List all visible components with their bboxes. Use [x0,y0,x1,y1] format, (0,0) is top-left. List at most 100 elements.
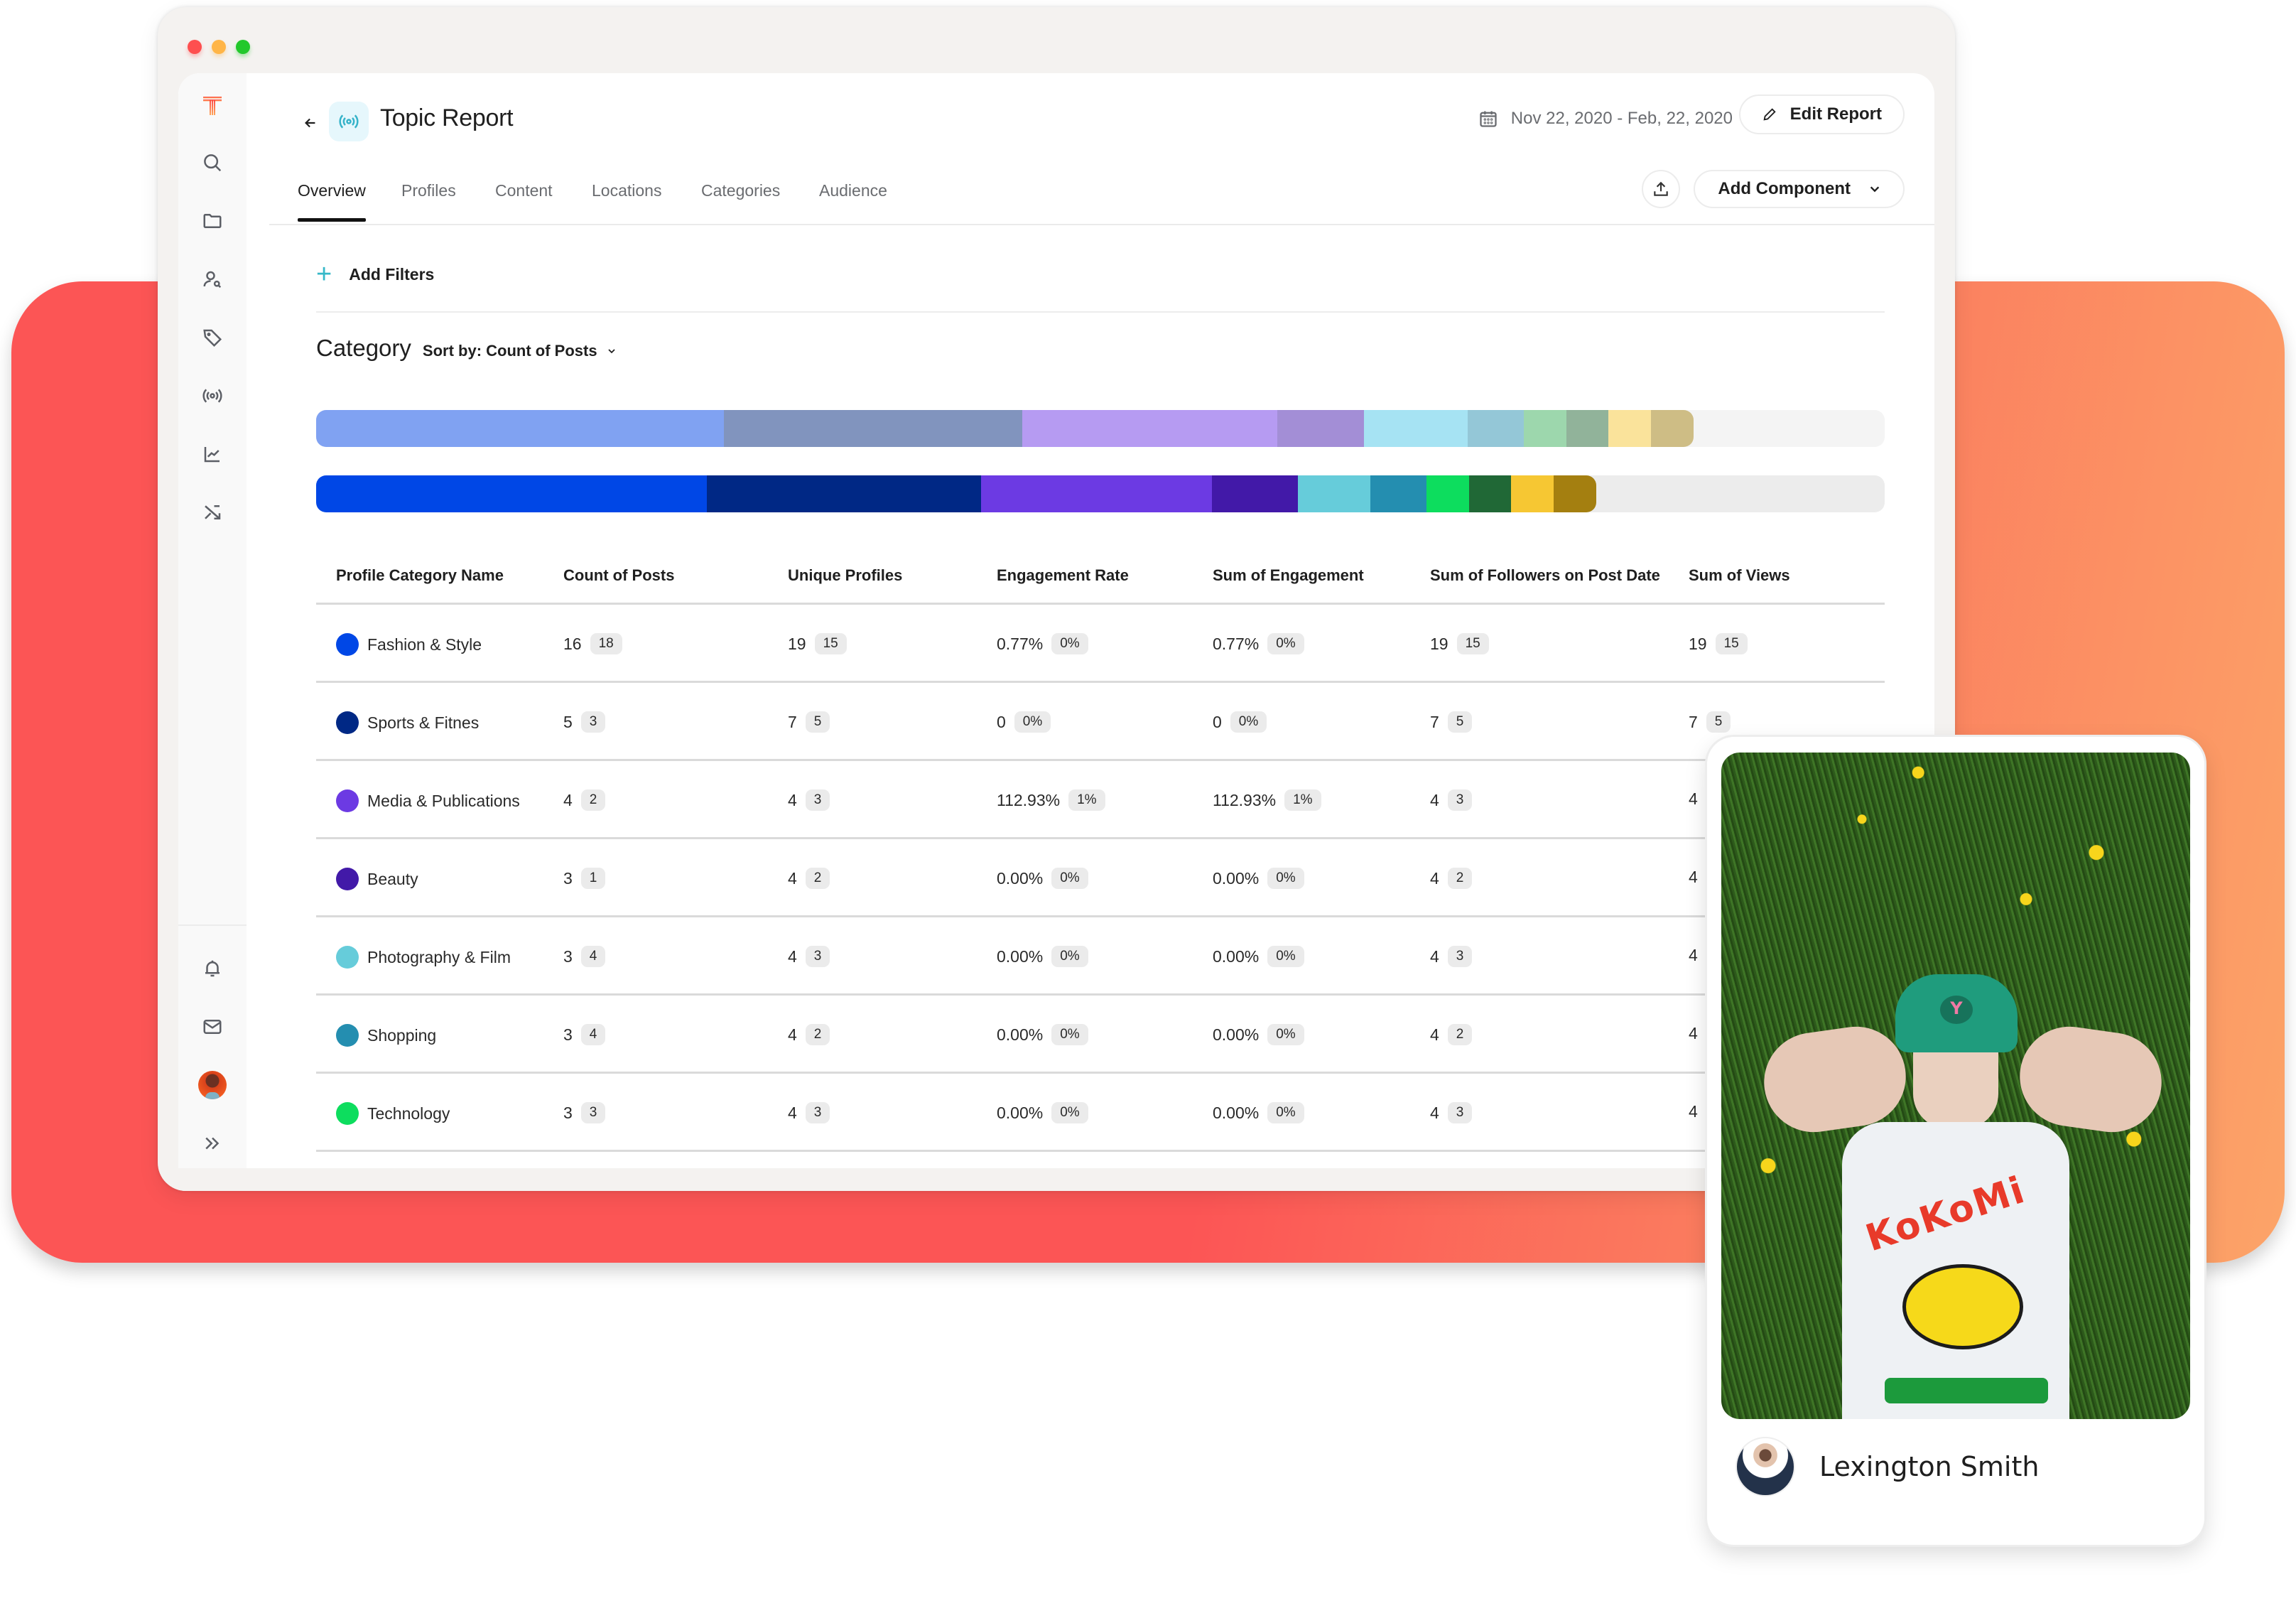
metric-value: 3 [563,868,573,888]
table-row[interactable]: Media & Publications 4 2 4 3 112.93% 1% 112.93%… [316,761,1885,839]
bar-segment-media-publications[interactable] [981,475,1212,512]
profile-card[interactable]: KoKoMi Lexington Smith [1707,737,2204,1545]
comparison-badge: 0% [1014,711,1051,733]
bar-segment-tattoos-piercings[interactable] [1468,475,1512,512]
table-row[interactable]: Sports & Fitnes 5 3 7 5 0 0% 0 0% 7 5 7 5 [316,683,1885,761]
column-header[interactable]: Sum of Views [1689,566,1790,585]
sidebar-item-notifications[interactable] [178,947,247,990]
sidebar-expand-button[interactable] [178,1122,247,1165]
comparison-badge: 3 [580,1102,606,1123]
column-header[interactable]: Profile Category Name [336,566,504,585]
sidebar-item-profiles[interactable] [178,258,247,301]
sidebar-item-compare[interactable] [178,491,247,534]
date-range-picker[interactable]: Nov 22, 2020 - Feb, 22, 2020 [1478,109,1733,129]
chevron-down-icon [1870,186,1880,193]
sidebar-item-folders[interactable] [178,200,247,242]
tab-overview[interactable]: Overview [298,181,366,222]
metric-value: 0.00% [1213,1103,1260,1122]
category-table: Profile Category Name Count of Posts Uni… [316,542,1885,1178]
comparison-badge: 3 [1447,946,1473,967]
tab-locations[interactable]: Locations [592,181,661,222]
tab-categories[interactable]: Categories [701,181,780,222]
comparison-badge: 3 [805,1102,830,1123]
add-filters-button[interactable]: + Add Filters [316,261,434,288]
bar-segment-technology[interactable] [1524,410,1566,447]
app-logo[interactable] [178,85,247,127]
table-row[interactable]: Technology 3 3 4 3 0.00% 0% 0.00% 0% 4 3 4 [316,1074,1885,1152]
column-header[interactable]: Count of Posts [563,566,674,585]
sidebar-item-messages[interactable] [178,1005,247,1048]
window-controls [188,40,250,54]
tab-audience[interactable]: Audience [819,181,887,222]
back-button[interactable] [298,110,323,136]
metric-value: 19 [1689,634,1707,653]
tab-profiles[interactable]: Profiles [401,181,456,222]
sort-dropdown[interactable]: Sort by: Count of Posts [423,342,616,360]
metric-cell: 112.93% 1% [1213,789,1321,811]
sidebar-divider [178,924,247,926]
table-row[interactable]: Shopping 3 4 4 2 0.00% 0% 0.00% 0% 4 2 4 [316,996,1885,1074]
bar-segment-sports-fitnes[interactable] [724,410,1022,447]
pencil-icon [1763,108,1776,121]
comparison-badge: 4 [580,946,606,967]
bar-segment-fashion-style[interactable] [316,475,707,512]
metric-cell: 75 [788,711,830,733]
metric-cell: 42 [788,1024,830,1045]
table-row[interactable]: Fashion & Style 16 18 19 15 0.77% 0% 0.77% 0% 19 1… [316,605,1885,683]
add-component-button[interactable]: Add Component [1694,170,1905,208]
sidebar-item-search[interactable] [178,141,247,184]
column-header[interactable]: Sum of Engagement [1213,566,1364,585]
category-title: Category [316,335,411,361]
category-name: Media & Publications [367,791,520,810]
bar-segment-shopping[interactable] [1467,410,1525,447]
comparison-badge: 15 [1715,633,1748,654]
column-header[interactable]: Unique Profiles [788,566,902,585]
bar-segment-shopping[interactable] [1370,475,1427,512]
column-header[interactable]: Engagement Rate [997,566,1129,585]
bar-segment-category-10[interactable] [1650,410,1694,447]
bar-segment-photography-film[interactable] [1363,410,1468,447]
metric-cell: 19 15 [1689,633,1748,654]
comparison-badge: 0% [1051,1102,1088,1123]
tab-label: Overview [298,181,366,200]
category-name-cell: Sports & Fitnes [336,711,479,734]
bar-segment-category-9[interactable] [1511,475,1554,512]
comparison-badge: 2 [1447,1024,1473,1045]
bar-segment-sports-fitnes[interactable] [706,475,982,512]
metric-value: 0.00% [997,1025,1044,1044]
table-row[interactable]: Photography & Film 3 4 4 3 0.00% 0% 0.00% 0% 4 3 4 [316,917,1885,996]
close-window-button[interactable] [188,40,202,54]
bar-segment-beauty[interactable] [1277,410,1364,447]
tab-content[interactable]: Content [495,181,553,222]
sidebar-item-topics[interactable] [178,374,247,417]
metric-cell: 19 15 [788,633,847,654]
table-row[interactable]: Beauty 3 1 4 2 0.00% 0% 0.00% 0% 4 2 4 [316,839,1885,917]
bar-segment-photography-film[interactable] [1298,475,1370,512]
category-header: Category Sort by: Count of Posts [316,335,616,362]
category-name-cell: Photography & Film [336,946,511,969]
bar-segment-category-10[interactable] [1554,475,1596,512]
sidebar-item-account[interactable] [178,1064,247,1106]
comparison-badge: 3 [1447,1102,1473,1123]
bar-segment-beauty[interactable] [1211,475,1299,512]
comparison-badge: 0% [1267,868,1304,889]
export-button[interactable] [1642,170,1680,208]
bar-segment-media-publications[interactable] [1022,410,1278,447]
bar-segment-fashion-style[interactable] [316,410,725,447]
metric-value: 0.00% [1213,1025,1260,1044]
edit-report-button[interactable]: Edit Report [1738,95,1905,134]
profile-footer: Lexington Smith [1735,1437,2039,1497]
metric-cell: 42 [1430,1024,1473,1045]
metric-cell: 0.00% 0% [997,868,1088,889]
photo-arm-left [1758,1020,1912,1139]
metric-value: 4 [1430,868,1439,888]
maximize-window-button[interactable] [236,40,250,54]
sidebar-item-tags[interactable] [178,316,247,359]
comparison-badge: 0% [1051,1024,1088,1045]
column-header[interactable]: Sum of Followers on Post Date [1430,566,1660,585]
bar-segment-technology[interactable] [1426,475,1469,512]
sidebar-item-analytics[interactable] [178,433,247,475]
bar-segment-category-9[interactable] [1608,410,1651,447]
bar-segment-tattoos-piercings[interactable] [1566,410,1609,447]
minimize-window-button[interactable] [212,40,226,54]
